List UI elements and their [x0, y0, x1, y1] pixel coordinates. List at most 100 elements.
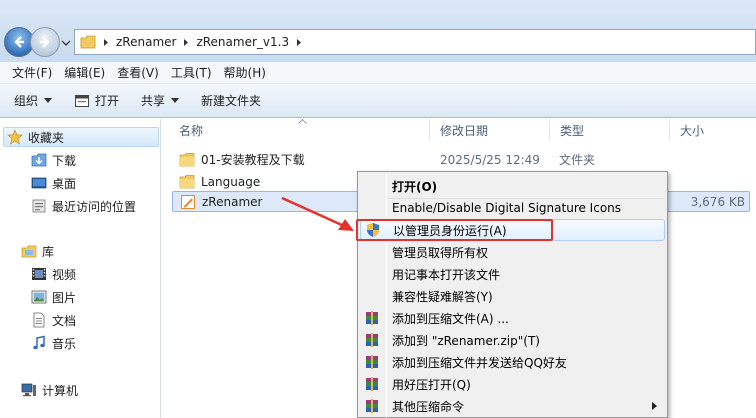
nav-favorites[interactable]: 收藏夹 — [3, 127, 159, 147]
nav-videos[interactable]: 视频 — [31, 264, 76, 284]
downloads-folder-icon — [31, 153, 47, 167]
chevron-down-icon — [171, 98, 180, 103]
column-label: 名称 — [179, 123, 204, 138]
folder-icon — [179, 174, 195, 188]
nav-label: 文档 — [52, 313, 77, 328]
recent-pages-dropdown-icon[interactable] — [61, 39, 71, 47]
menu-label: 打开(O) — [392, 179, 438, 194]
menu-open[interactable]: 打开(O) — [360, 175, 665, 197]
menu-label: Enable/Disable Digital Signature Icons — [392, 201, 622, 215]
breadcrumb-chevron-icon[interactable] — [295, 38, 303, 47]
zrenamer-app-icon — [181, 194, 195, 209]
menu-label: 兼容性疑难解答(Y) — [392, 289, 493, 304]
nav-label: 最近访问的位置 — [52, 199, 137, 214]
menu-view[interactable]: 查看(V) — [111, 64, 165, 81]
share-button[interactable]: 共享 — [141, 92, 180, 109]
breadcrumb-item[interactable]: zRenamer_v1.3 — [196, 35, 289, 49]
menu-label: 添加到压缩文件并发送给QQ好友 — [392, 355, 567, 370]
file-size: 3,676 KB — [690, 194, 745, 209]
archive-books-icon — [366, 377, 378, 391]
column-name[interactable]: 名称 — [162, 119, 430, 141]
nav-label: 音乐 — [52, 336, 77, 351]
column-label: 修改日期 — [440, 123, 489, 138]
column-date[interactable]: 修改日期 — [430, 119, 550, 141]
breadcrumb-item[interactable]: zRenamer — [116, 35, 176, 49]
file-name: 01-安装教程及下载 — [201, 153, 305, 167]
nav-desktop[interactable]: 桌面 — [31, 173, 76, 193]
highlight-box — [356, 219, 553, 241]
submenu-arrow-icon — [652, 402, 657, 410]
nav-computer[interactable]: 计算机 — [21, 380, 78, 400]
nav-downloads[interactable]: 下载 — [31, 150, 76, 170]
address-bar: zRenamer zRenamer_v1.3 — [0, 0, 756, 62]
video-library-icon — [32, 268, 46, 280]
menu-tools[interactable]: 工具(T) — [165, 64, 218, 81]
forward-button[interactable] — [30, 27, 60, 57]
nav-pictures[interactable]: 图片 — [31, 287, 76, 307]
nav-label: 计算机 — [42, 383, 79, 398]
nav-libraries[interactable]: 库 — [21, 241, 54, 261]
organize-label: 组织 — [14, 94, 39, 108]
navigation-pane: 收藏夹 下载 桌面 最近访问的位置 库 视频 图片 文档 音乐 计算机 — [0, 119, 161, 418]
nav-documents[interactable]: 文档 — [31, 310, 76, 330]
file-name: zRenamer — [202, 194, 263, 209]
archive-books-icon — [366, 355, 378, 369]
menu-label: 添加到 "zRenamer.zip"(T) — [392, 333, 540, 348]
nav-music[interactable]: 音乐 — [31, 333, 76, 353]
open-app-icon — [75, 94, 90, 107]
command-toolbar: 组织 打开 共享 新建文件夹 — [0, 84, 756, 118]
menu-take-ownership[interactable]: 管理员取得所有权 — [360, 241, 665, 263]
nav-label: 库 — [42, 244, 55, 259]
menu-file[interactable]: 文件(F) — [6, 64, 58, 81]
menu-bar: 文件(F) 编辑(E) 查看(V) 工具(T) 帮助(H) — [0, 62, 756, 84]
menu-edit[interactable]: 编辑(E) — [58, 64, 111, 81]
menu-troubleshoot-compat[interactable]: 兼容性疑难解答(Y) — [360, 285, 665, 307]
menu-help[interactable]: 帮助(H) — [218, 64, 272, 81]
forward-arrow-icon — [40, 36, 50, 48]
menu-archive-send-qq[interactable]: 添加到压缩文件并发送给QQ好友 — [360, 351, 665, 373]
back-arrow-icon — [14, 36, 24, 48]
share-label: 共享 — [141, 94, 166, 108]
menu-digital-signature[interactable]: Enable/Disable Digital Signature Icons — [360, 197, 665, 219]
file-name: Language — [201, 174, 261, 189]
column-type[interactable]: 类型 — [550, 119, 670, 141]
open-button[interactable]: 打开 — [74, 92, 119, 109]
menu-label: 管理员取得所有权 — [392, 245, 489, 260]
open-label: 打开 — [95, 94, 120, 108]
nav-label: 桌面 — [52, 176, 77, 191]
archive-books-icon — [366, 399, 378, 413]
sort-ascending-icon — [298, 119, 307, 124]
new-folder-button[interactable]: 新建文件夹 — [201, 92, 261, 109]
breadcrumb-chevron-icon[interactable] — [102, 38, 110, 47]
annotation-arrow-icon — [281, 196, 354, 231]
menu-open-notepad[interactable]: 用记事本打开该文件 — [360, 263, 665, 285]
menu-add-to-archive[interactable]: 添加到压缩文件(A) ... — [360, 307, 665, 329]
star-icon — [7, 129, 23, 145]
menu-add-to-zip[interactable]: 添加到 "zRenamer.zip"(T) — [360, 329, 665, 351]
menu-label: 添加到压缩文件(A) ... — [392, 311, 509, 326]
file-type: 文件夹 — [559, 153, 596, 167]
archive-books-icon — [366, 333, 378, 347]
column-label: 大小 — [680, 123, 705, 138]
folder-icon — [80, 35, 96, 49]
context-menu: 打开(O) Enable/Disable Digital Signature I… — [357, 171, 668, 418]
menu-other-compress[interactable]: 其他压缩命令 — [360, 395, 665, 417]
menu-label: 用好压打开(Q) — [392, 377, 471, 392]
archive-books-icon — [366, 311, 378, 325]
library-icon — [21, 245, 37, 258]
breadcrumb-chevron-icon[interactable] — [182, 38, 190, 47]
nav-label: 收藏夹 — [28, 130, 65, 145]
nav-label: 下载 — [52, 153, 77, 168]
menu-label: 其他压缩命令 — [392, 399, 465, 414]
file-date: 2025/5/25 12:49 — [440, 152, 540, 167]
menu-label: 用记事本打开该文件 — [392, 267, 501, 282]
computer-icon — [21, 383, 36, 397]
nav-label: 图片 — [52, 290, 77, 305]
file-row[interactable]: 01-安装教程及下载 2025/5/25 12:49 文件夹 — [172, 149, 750, 170]
desktop-icon — [31, 177, 47, 189]
address-path[interactable]: zRenamer zRenamer_v1.3 — [74, 29, 756, 55]
nav-recent-places[interactable]: 最近访问的位置 — [31, 196, 136, 216]
organize-button[interactable]: 组织 — [14, 92, 53, 109]
column-size[interactable]: 大小 — [670, 119, 756, 141]
menu-open-haozip[interactable]: 用好压打开(Q) — [360, 373, 665, 395]
